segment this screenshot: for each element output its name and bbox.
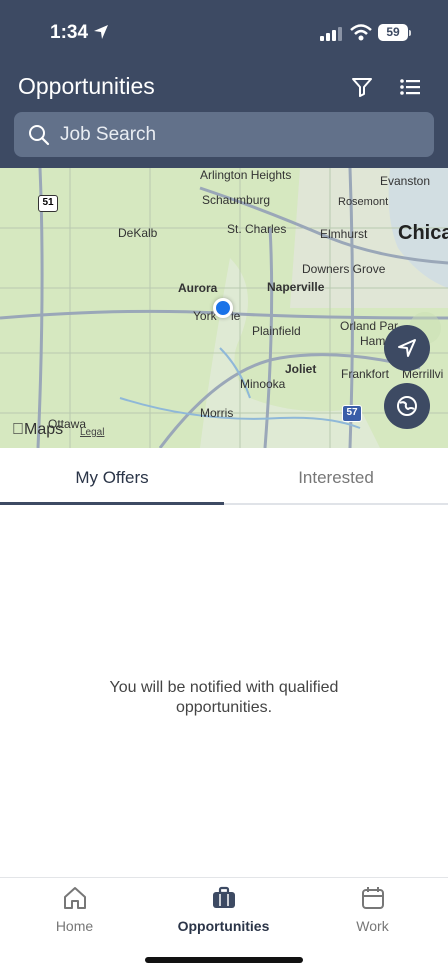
- battery-tip: [409, 30, 411, 36]
- briefcase-icon: [212, 886, 235, 908]
- nav-opportunities-label: Opportunities: [177, 918, 270, 934]
- map-label-plainfield: Plainfield: [252, 324, 301, 338]
- legal-link[interactable]: Legal: [80, 427, 104, 438]
- recenter-location-button[interactable]: [384, 325, 430, 371]
- active-tab-indicator: [0, 502, 224, 505]
- tab-my-offers[interactable]: My Offers: [0, 449, 224, 505]
- navigation-arrow-icon: [398, 339, 416, 357]
- map-label-morris: Morris: [200, 406, 234, 420]
- map-label-elmhurst: Elmhurst: [320, 227, 368, 241]
- map-label-orland-park: Orland Par: [340, 319, 399, 333]
- apple-maps-logo: Maps: [12, 421, 63, 439]
- tab-interested[interactable]: Interested: [224, 449, 448, 505]
- current-location-dot: [213, 298, 233, 318]
- map-label-arlington-heights: Arlington Heights: [200, 168, 292, 182]
- app-header: 1:34 59 Opportunities Job Search: [0, 0, 448, 168]
- location-arrow-icon: [94, 25, 108, 39]
- offers-tab-bar: My Offers Interested: [0, 449, 448, 505]
- maps-logo-text: Maps: [12, 421, 63, 438]
- wifi-icon: [350, 24, 372, 41]
- map-label-schaumburg: Schaumburg: [202, 193, 271, 207]
- map-label-chicago: Chica: [398, 222, 448, 244]
- filter-icon[interactable]: [350, 75, 374, 99]
- map-label-dekalb: DeKalb: [118, 226, 158, 240]
- status-time: 1:34: [50, 22, 89, 43]
- map-label-joliet: Joliet: [285, 362, 317, 376]
- search-icon: [29, 125, 50, 146]
- highway-shield-57: 57: [342, 405, 362, 422]
- nav-opportunities[interactable]: Opportunities: [149, 884, 298, 934]
- map-label-st-charles: St. Charles: [227, 222, 287, 236]
- page-title: Opportunities: [18, 73, 155, 99]
- nav-work-label: Work: [356, 918, 389, 934]
- map-label-hammond: Ham: [360, 334, 386, 348]
- search-placeholder: Job Search: [60, 124, 157, 145]
- home-icon: [63, 887, 86, 909]
- map-type-button[interactable]: [384, 383, 430, 429]
- globe-icon: [397, 396, 417, 416]
- list-view-icon[interactable]: [398, 75, 422, 99]
- highway-shield-51: 51: [38, 195, 58, 212]
- map-label-evanston: Evanston: [380, 174, 431, 188]
- map-label-naperville: Naperville: [267, 280, 325, 294]
- calendar-icon: [361, 887, 384, 909]
- nav-home[interactable]: Home: [0, 884, 149, 934]
- nav-home-label: Home: [55, 918, 94, 934]
- cellular-signal-icon: [320, 27, 342, 41]
- map-view[interactable]: Arlington Heights Evanston Schaumburg Ro…: [0, 168, 448, 448]
- nav-work[interactable]: Work: [298, 884, 447, 934]
- empty-state-message: You will be notified with qualified oppo…: [109, 679, 339, 716]
- home-indicator: [145, 957, 303, 963]
- map-label-aurora: Aurora: [178, 281, 218, 295]
- map-label-frankfort: Frankfort: [341, 367, 390, 381]
- map-label-rosemont: Rosemont: [338, 196, 389, 208]
- search-input[interactable]: Job Search: [14, 112, 434, 157]
- status-bar: 1:34 59: [0, 0, 448, 66]
- battery-indicator: 59: [378, 24, 408, 41]
- map-label-downers-grove: Downers Grove: [302, 262, 386, 276]
- map-label-minooka: Minooka: [240, 377, 286, 391]
